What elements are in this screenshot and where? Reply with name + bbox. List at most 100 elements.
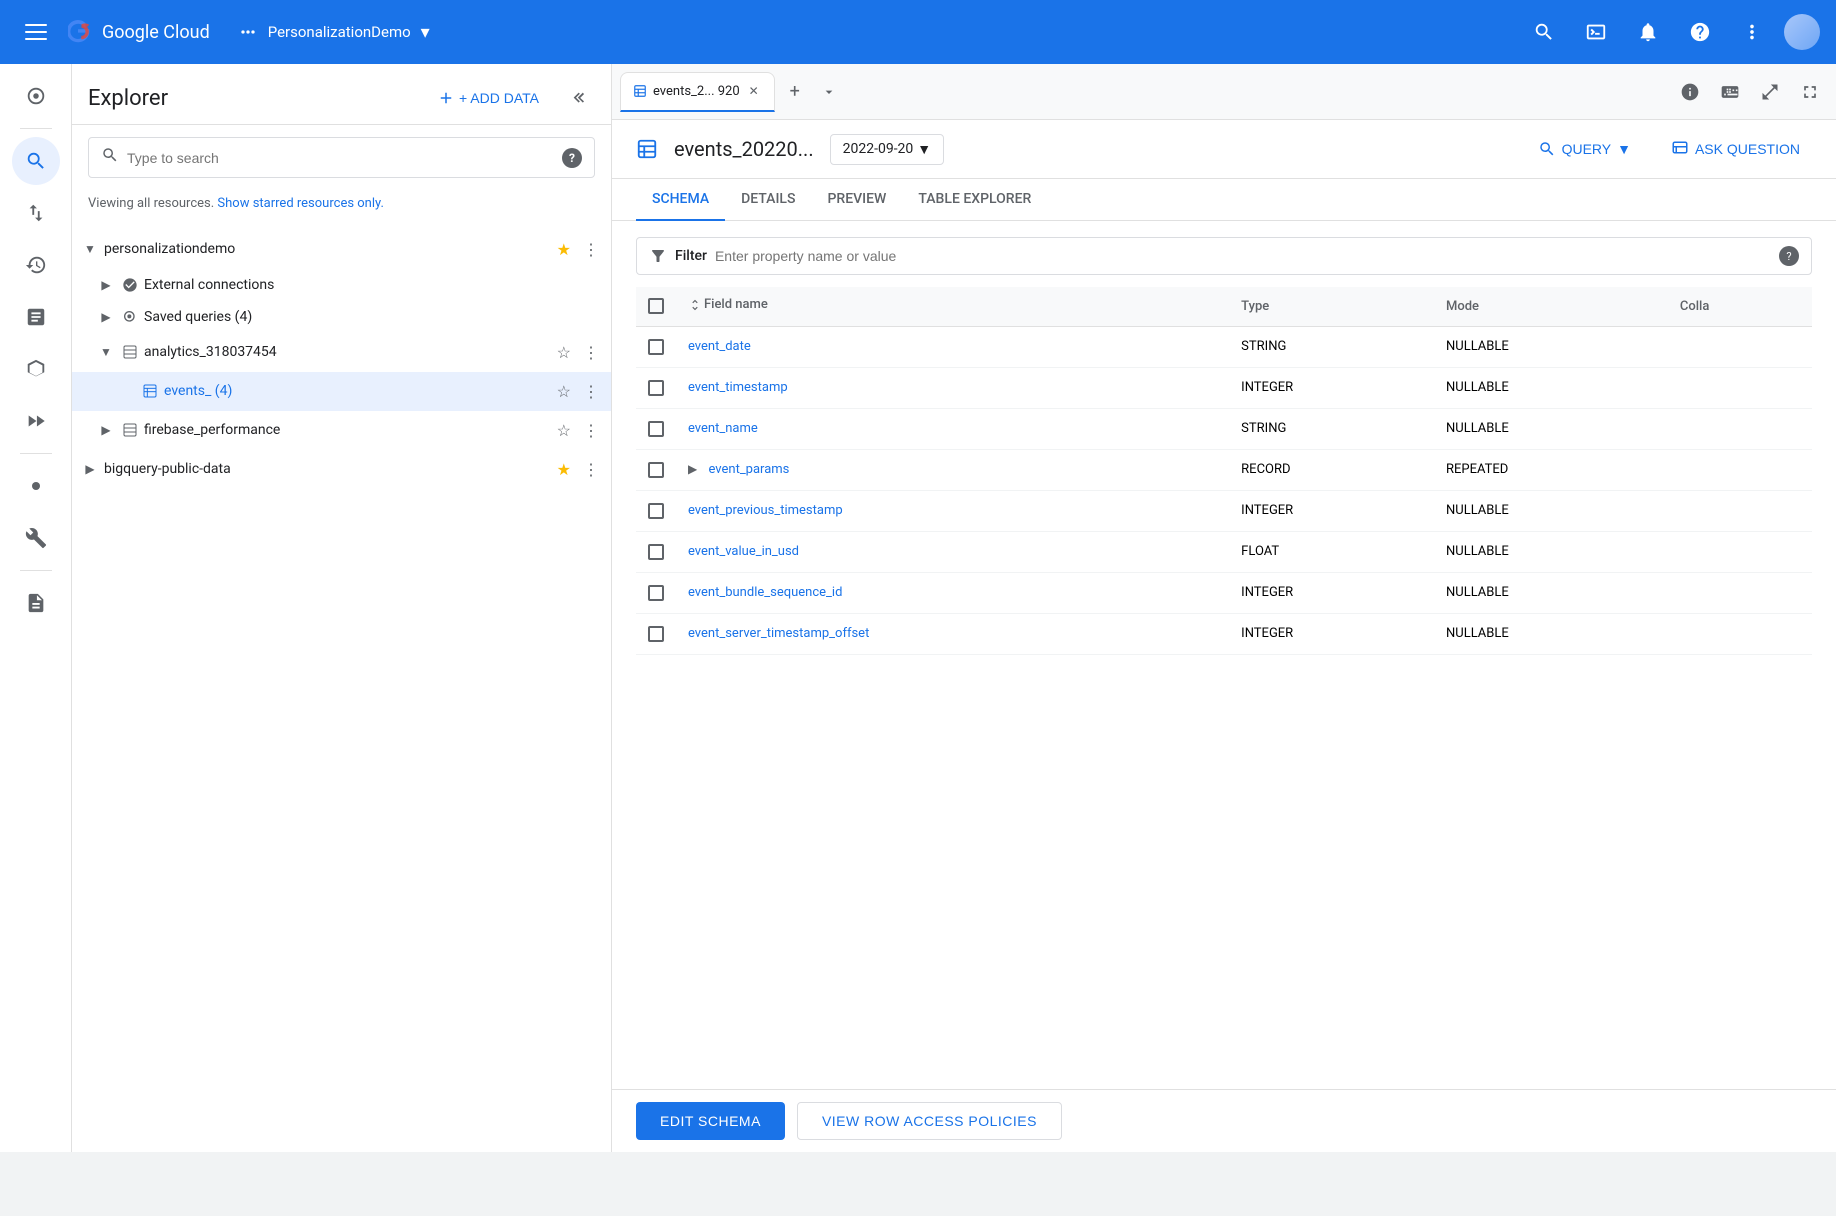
sidebar-item-analytics[interactable] [12,72,60,120]
select-all-checkbox[interactable] [648,298,664,314]
search-help-button[interactable]: ? [562,148,582,168]
sidebar-divider-1 [20,128,52,129]
mode-event-value-in-usd: NULLABLE [1434,531,1668,572]
star-personalizationdemo[interactable]: ★ [553,236,575,263]
sort-field-name[interactable]: Field name [688,297,768,312]
field-name-event-date[interactable]: event_date [688,339,751,354]
search-input[interactable] [127,150,554,166]
tab-close-button[interactable]: ✕ [746,83,762,99]
tab-details[interactable]: DETAILS [725,179,811,221]
tree-item-saved-queries[interactable]: ▶ Saved queries (4) [72,301,611,333]
tab-table-explorer[interactable]: TABLE EXPLORER [902,179,1047,221]
star-analytics[interactable]: ☆ [553,339,575,366]
firebase-dataset-icon [120,420,140,440]
sidebar-item-doc[interactable] [12,579,60,627]
view-row-access-button[interactable]: VIEW ROW ACCESS POLICIES [797,1102,1062,1140]
tab-preview[interactable]: PREVIEW [811,179,902,221]
more-analytics[interactable]: ⋮ [579,339,603,366]
keyboard-icon-button[interactable] [1712,74,1748,110]
date-selector[interactable]: 2022-09-20 ▼ [830,134,945,165]
more-nav-button[interactable] [1732,12,1772,52]
sidebar-item-pipeline[interactable] [12,397,60,445]
query-button[interactable]: QUERY ▼ [1526,132,1643,166]
project-selector[interactable]: PersonalizationDemo ▾ [238,22,430,43]
sidebar-item-charts[interactable] [12,293,60,341]
tree-item-analytics[interactable]: ▼ analytics_318037454 ☆ ⋮ [72,333,611,372]
cloud-shell-button[interactable] [1576,12,1616,52]
row-checkbox-event-timestamp[interactable] [648,380,664,396]
row-checkbox-event-previous-timestamp[interactable] [648,503,664,519]
star-events[interactable]: ☆ [553,378,575,405]
collation-event-date [1668,326,1812,367]
collapse-panel-button[interactable] [559,80,595,116]
more-firebase[interactable]: ⋮ [579,417,603,444]
row-checkbox-event-name[interactable] [648,421,664,437]
edit-schema-button[interactable]: EDIT SCHEMA [636,1102,785,1140]
tree-item-personalizationdemo[interactable]: ▼ personalizationdemo ★ ⋮ [72,230,611,269]
expand-arrow-saved-queries[interactable]: ▶ [96,307,116,327]
google-cloud-logo[interactable]: Google Cloud [68,18,210,46]
search-input-icon [101,146,119,169]
notifications-button[interactable] [1628,12,1668,52]
fullscreen-icon-button[interactable] [1792,74,1828,110]
tabs-bar: events_2... 920 ✕ + [612,64,1836,120]
add-tab-button[interactable]: + [779,76,811,108]
events-table-icon [140,381,160,401]
row-checkbox-event-value-in-usd[interactable] [648,544,664,560]
row-checkbox-event-server-timestamp-offset[interactable] [648,626,664,642]
tree-label-bigquery-public: bigquery-public-data [104,461,549,477]
tree-item-events[interactable]: events_ (4) ☆ ⋮ [72,372,611,411]
expand-event-params-arrow[interactable]: ▶ [688,462,697,476]
sidebar-item-transfer[interactable] [12,189,60,237]
ask-question-label: ASK QUESTION [1695,141,1800,157]
hamburger-button[interactable] [16,12,56,52]
tab-events[interactable]: events_2... 920 ✕ [620,72,775,112]
row-checkbox-event-params[interactable] [648,462,664,478]
expand-arrow-analytics[interactable]: ▼ [96,342,116,362]
mode-event-name: NULLABLE [1434,408,1668,449]
add-data-button[interactable]: + ADD DATA [425,81,551,115]
search-nav-button[interactable] [1524,12,1564,52]
expand-arrow-external-connections[interactable]: ▶ [96,275,116,295]
tree-item-firebase[interactable]: ▶ firebase_performance ☆ ⋮ [72,411,611,450]
filter-help-button[interactable]: ? [1779,246,1799,266]
field-name-event-params[interactable]: event_params [708,462,789,477]
field-name-event-bundle-sequence-id[interactable]: event_bundle_sequence_id [688,585,842,600]
expand-arrow-bigquery-public[interactable]: ▶ [80,459,100,479]
bottom-bar: EDIT SCHEMA VIEW ROW ACCESS POLICIES [612,1089,1836,1152]
row-checkbox-event-date[interactable] [648,339,664,355]
header-collation: Colla [1668,287,1812,326]
field-name-event-name[interactable]: event_name [688,421,758,436]
expand-arrow-firebase[interactable]: ▶ [96,420,116,440]
filter-input[interactable] [715,248,1771,264]
ask-question-button[interactable]: ASK QUESTION [1659,132,1812,166]
row-checkbox-event-bundle-sequence-id[interactable] [648,585,664,601]
tab-schema[interactable]: SCHEMA [636,179,725,221]
tab-dropdown-button[interactable] [815,78,843,106]
expand-icon-button[interactable] [1752,74,1788,110]
sidebar-item-history[interactable] [12,241,60,289]
info-icon-button[interactable] [1672,74,1708,110]
more-personalizationdemo[interactable]: ⋮ [579,236,603,263]
sidebar-item-wrench[interactable] [12,514,60,562]
field-name-event-server-timestamp-offset[interactable]: event_server_timestamp_offset [688,626,869,641]
star-firebase[interactable]: ☆ [553,417,575,444]
field-name-event-previous-timestamp[interactable]: event_previous_timestamp [688,503,843,518]
sidebar-item-dot[interactable] [12,462,60,510]
tree-item-bigquery-public[interactable]: ▶ bigquery-public-data ★ ⋮ [72,450,611,489]
tree-container: ▼ personalizationdemo ★ ⋮ ▶ External con… [72,226,611,1153]
user-avatar[interactable] [1784,14,1820,50]
more-events[interactable]: ⋮ [579,378,603,405]
sidebar-item-search[interactable] [12,137,60,185]
more-bigquery-public[interactable]: ⋮ [579,456,603,483]
show-starred-link[interactable]: Show starred resources only. [217,196,384,211]
tree-item-external-connections[interactable]: ▶ External connections [72,269,611,301]
field-name-event-timestamp[interactable]: event_timestamp [688,380,788,395]
sidebar-item-cluster[interactable] [12,345,60,393]
collation-event-timestamp [1668,367,1812,408]
star-bigquery-public[interactable]: ★ [553,456,575,483]
help-button[interactable] [1680,12,1720,52]
explorer-title: Explorer [88,86,168,111]
expand-arrow-personalizationdemo[interactable]: ▼ [80,239,100,259]
field-name-event-value-in-usd[interactable]: event_value_in_usd [688,544,799,559]
